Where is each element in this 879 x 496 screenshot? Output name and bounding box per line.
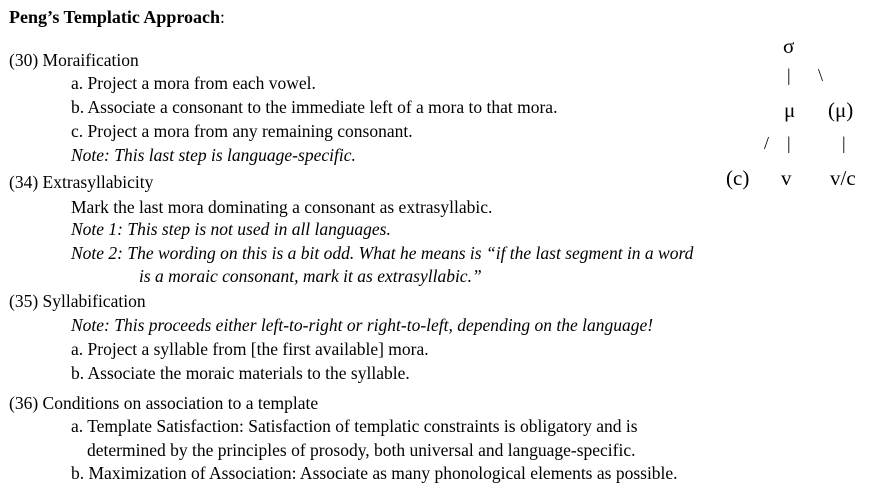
section-30-item-a: a. Project a mora from each vowel. [71, 73, 316, 93]
section-34-note-1: Note 1: This step is not used in all lan… [71, 219, 391, 239]
section-36-title: (36) Conditions on association to a temp… [9, 393, 319, 413]
section-35-note: Note: This proceeds either left-to-right… [71, 315, 654, 335]
section-36-item-a-line-2: determined by the principles of prosody,… [87, 440, 636, 460]
section-36-item-b: b. Maximization of Association: Associat… [71, 463, 678, 483]
page-heading: Peng’s Templatic Approach: [9, 8, 225, 27]
section-34-note-2-line-2: is a moraic consonant, mark it as extras… [139, 266, 482, 286]
tree-mu-node: μ [784, 98, 796, 122]
section-35-title: (35) Syllabification [9, 291, 146, 311]
heading-colon: : [220, 7, 225, 27]
section-30-title: (30) Moraification [9, 50, 139, 70]
section-34-note-2-line-1: Note 2: The wording on this is a bit odd… [71, 243, 694, 263]
prosodic-tree-diagram: σ | \ μ (μ) / | | (c) v v/c [720, 30, 879, 200]
tree-vowel: v [781, 166, 792, 190]
tree-sigma-mu-line: | [787, 65, 791, 85]
section-34-main: Mark the last mora dominating a consonan… [71, 197, 493, 217]
tree-optional-mu-segment-line: | [842, 133, 846, 153]
section-34-title: (34) Extrasyllabicity [9, 172, 154, 192]
section-36-item-a-line-1: a. Template Satisfaction: Satisfaction o… [71, 416, 638, 436]
tree-optional-consonant: (c) [726, 166, 750, 190]
section-30-item-b: b. Associate a consonant to the immediat… [71, 97, 558, 117]
tree-mu-vowel-line: | [787, 133, 791, 153]
tree-mu-consonant-line: / [764, 133, 770, 153]
section-35-item-b: b. Associate the moraic materials to the… [71, 363, 410, 383]
tree-sigma-node: σ [783, 34, 795, 58]
tree-optional-mu-node: (μ) [828, 98, 854, 122]
section-35-item-a: a. Project a syllable from [the first av… [71, 339, 429, 359]
tree-vowel-or-consonant: v/c [830, 166, 856, 190]
tree-sigma-optional-mu-line: \ [818, 65, 824, 85]
heading-title: Peng’s Templatic Approach [9, 7, 221, 27]
section-30-item-c: c. Project a mora from any remaining con… [71, 121, 413, 141]
section-30-note: Note: This last step is language-specifi… [71, 145, 356, 165]
